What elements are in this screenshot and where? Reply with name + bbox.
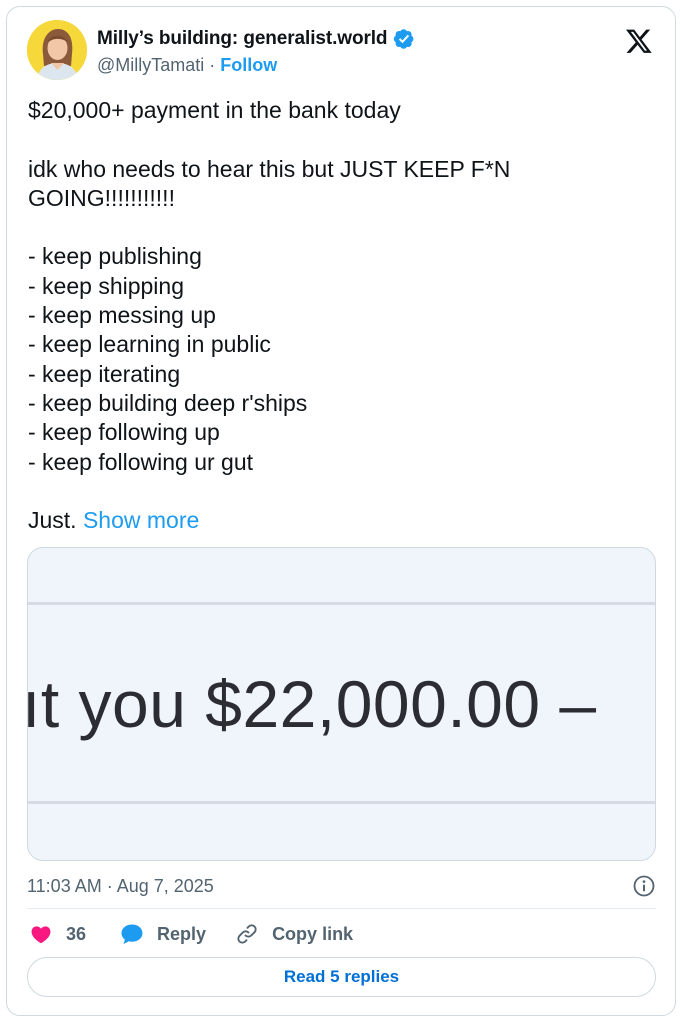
tweet-media-image[interactable]: ıt you $22,000.00 – <box>27 547 656 861</box>
like-button[interactable]: 36 <box>29 922 86 946</box>
avatar-portrait <box>27 20 87 80</box>
copy-link-button[interactable]: Copy link <box>235 922 353 946</box>
copy-link-label: Copy link <box>272 923 354 944</box>
author-handle-row: @MillyTamati · Follow <box>97 53 277 77</box>
media-divider-bottom <box>28 801 655 804</box>
tweet-body: $20,000+ payment in the bank today idk w… <box>28 97 511 534</box>
link-icon <box>237 924 257 944</box>
action-bar: 36 Reply Copy link <box>29 920 353 948</box>
tweet-card: Milly’s building: generalist.world @Mill… <box>6 6 676 1016</box>
show-more-link[interactable]: Show more <box>83 507 199 533</box>
follow-button[interactable]: Follow <box>220 55 277 76</box>
handle-separator: · <box>209 54 216 75</box>
tweet-text: $20,000+ payment in the bank today idk w… <box>28 96 648 535</box>
read-replies-button[interactable]: Read 5 replies <box>27 957 656 997</box>
timestamp-row: 11:03 AM · Aug 7, 2025 <box>27 873 656 899</box>
like-count: 36 <box>66 923 87 944</box>
avatar[interactable] <box>27 20 87 80</box>
heart-icon <box>31 926 51 944</box>
speech-bubble-icon <box>121 924 143 944</box>
reply-label: Reply <box>157 923 207 944</box>
media-amount-text: ıt you $22,000.00 – <box>27 667 597 741</box>
author-name-row: Milly’s building: generalist.world <box>97 26 415 52</box>
x-logo-icon[interactable] <box>625 27 653 55</box>
author-display-name[interactable]: Milly’s building: generalist.world <box>97 28 388 50</box>
media-divider-top <box>28 602 655 605</box>
info-icon[interactable] <box>632 874 656 898</box>
verified-badge-icon <box>393 28 415 50</box>
reply-button[interactable]: Reply <box>120 922 206 946</box>
actions-divider <box>27 908 656 909</box>
author-handle[interactable]: @MillyTamati <box>97 55 204 76</box>
tweet-timestamp[interactable]: 11:03 AM · Aug 7, 2025 <box>27 876 214 897</box>
read-replies-label: Read 5 replies <box>283 967 400 986</box>
